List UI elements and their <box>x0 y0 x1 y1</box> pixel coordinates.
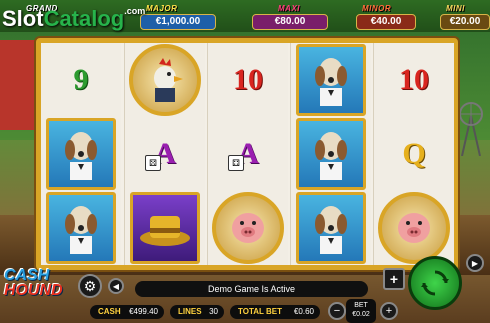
sound-button[interactable]: ◀ <box>108 278 124 294</box>
jackpot-mini-label: MINI <box>446 4 465 13</box>
bet-label: BET <box>354 302 368 309</box>
dog-icon <box>65 132 97 180</box>
barn-background <box>0 40 39 130</box>
reel-2: A ⚄ <box>124 43 205 265</box>
symbol-cell <box>41 191 121 265</box>
jackpot-maxi: MAXI €80.00 <box>252 4 328 30</box>
total-bet-label: TOTAL BET <box>238 307 282 316</box>
speaker-icon: ◀ <box>112 281 120 291</box>
dog-icon <box>65 206 97 254</box>
lines-label: LINES <box>178 307 202 316</box>
reel-5: 10 Q <box>373 43 454 265</box>
dog-butler-symbol <box>296 44 366 116</box>
cash-display: CASH €499.40 <box>90 305 164 319</box>
jackpot-maxi-label: MAXI <box>278 4 300 13</box>
play-button[interactable]: ▶ <box>466 254 484 272</box>
rooster-symbol <box>129 44 201 116</box>
play-icon: ▶ <box>471 258 479 268</box>
dog-icon <box>315 206 347 254</box>
pig-symbol <box>212 192 284 264</box>
pig-icon <box>232 213 264 243</box>
symbol-cell: A ⚃ <box>208 117 288 191</box>
logo-suffix: .com <box>124 6 146 16</box>
dice-icon: ⚃ <box>228 155 244 171</box>
symbol-cell <box>125 191 205 265</box>
jackpot-major-value: €1,000.00 <box>140 14 216 30</box>
symbol-cell <box>125 43 205 117</box>
dog-icon <box>315 58 347 106</box>
jackpot-major-label: MAJOR <box>146 4 178 13</box>
dog-butler-symbol <box>46 118 116 190</box>
symbol-cell <box>291 117 371 191</box>
jackpot-mini: MINI €20.00 <box>440 4 490 30</box>
minus-icon: − <box>333 305 341 317</box>
symbol-cell: 10 <box>374 43 454 117</box>
dice-icon: ⚄ <box>145 155 161 171</box>
symbol-cell: Q <box>374 117 454 191</box>
jackpot-mini-value: €20.00 <box>440 14 490 30</box>
pig-symbol <box>378 192 450 264</box>
cash-value: €499.40 <box>129 307 158 316</box>
status-message: Demo Game Is Active <box>135 281 368 297</box>
symbol-cell: A ⚄ <box>125 117 205 191</box>
spin-arrows-icon <box>421 270 449 296</box>
dog-butler-symbol <box>296 118 366 190</box>
settings-button[interactable]: ⚙ <box>78 274 102 298</box>
plus-icon: + <box>389 271 399 287</box>
reel-3: 10 A ⚃ <box>207 43 288 265</box>
symbol-nine: 9 <box>73 63 89 96</box>
plus-icon: + <box>385 305 393 317</box>
gold-hat-symbol <box>130 192 200 264</box>
game-logo: CASH HOUND <box>4 267 63 299</box>
spin-button[interactable] <box>408 256 462 310</box>
jackpot-minor: MINOR €40.00 <box>356 4 416 30</box>
symbol-cell <box>208 191 288 265</box>
reel-frame: 9 A ⚄ 10 A ⚃ 10 Q <box>36 38 458 270</box>
bet-value: €0.02 <box>352 311 370 318</box>
lines-display: LINES 30 <box>170 305 224 319</box>
symbol-cell <box>291 191 371 265</box>
watermark-logo: SlotCatalog.com <box>2 6 145 32</box>
jackpot-minor-label: MINOR <box>362 4 392 13</box>
symbol-cell: 9 <box>41 43 121 117</box>
game-logo-line2: HOUND <box>4 282 63 299</box>
gold-hat-icon <box>140 216 190 246</box>
gear-icon: ⚙ <box>83 277 97 294</box>
bet-display: BET €0.02 <box>346 299 376 323</box>
autoplay-plus-button[interactable]: + <box>383 268 405 290</box>
rooster-icon <box>154 58 183 102</box>
symbol-queen: Q <box>402 137 426 170</box>
bet-decrease-button[interactable]: − <box>328 302 346 320</box>
jackpot-major: MAJOR €1,000.00 <box>140 4 216 30</box>
reel-1: 9 <box>41 43 121 265</box>
jackpot-maxi-value: €80.00 <box>252 14 328 30</box>
logo-text-accent: Catalog <box>43 6 125 31</box>
windmill-background <box>459 102 483 156</box>
symbol-ten: 10 <box>233 63 263 96</box>
reel-4 <box>290 43 371 265</box>
bet-increase-button[interactable]: + <box>380 302 398 320</box>
dog-butler-symbol <box>46 192 116 264</box>
dog-butler-symbol <box>296 192 366 264</box>
jackpot-minor-value: €40.00 <box>356 14 416 30</box>
cash-label: CASH <box>98 307 121 316</box>
game-logo-line1: CASH <box>4 267 50 284</box>
symbol-cell <box>291 43 371 117</box>
pig-icon <box>398 213 430 243</box>
total-bet-display: TOTAL BET €0.60 <box>230 305 320 319</box>
total-bet-value: €0.60 <box>293 307 314 316</box>
symbol-cell <box>41 117 121 191</box>
symbol-cell: 10 <box>208 43 288 117</box>
symbol-cell <box>374 191 454 265</box>
logo-text-main: Slot <box>2 6 44 31</box>
lines-value: 30 <box>209 307 218 316</box>
symbol-ten: 10 <box>399 63 429 96</box>
dog-icon <box>315 132 347 180</box>
